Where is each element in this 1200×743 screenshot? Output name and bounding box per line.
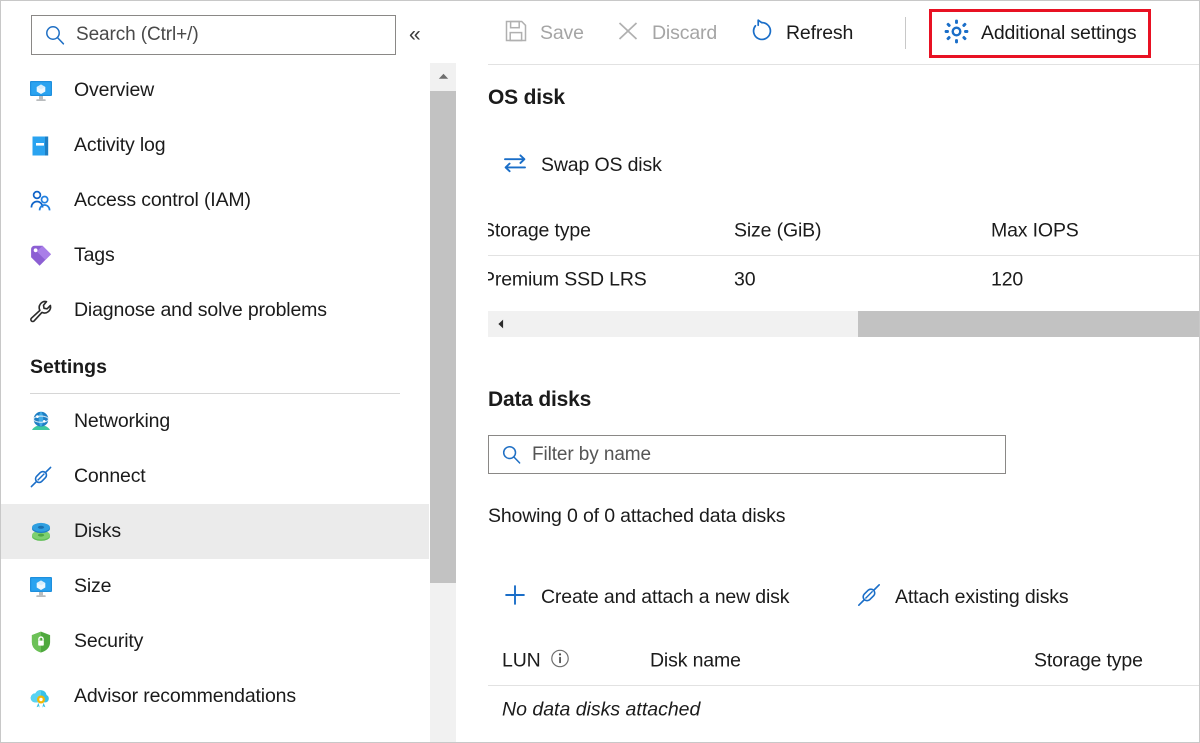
- sidebar-item-overview[interactable]: Overview: [1, 63, 429, 118]
- os-disk-heading: OS disk: [488, 86, 565, 110]
- sidebar-nav-list: Overview Activity log: [1, 63, 429, 724]
- column-header-size-gib[interactable]: Size (GiB): [734, 220, 821, 243]
- cell-storage-type: Premium SSD LRS: [488, 269, 647, 292]
- wrench-icon: [28, 298, 54, 324]
- azure-portal-disks-page: Search (Ctrl+/) « Overview: [0, 0, 1200, 743]
- plug-connect-icon: [855, 581, 883, 614]
- save-disk-icon: [503, 18, 529, 49]
- swap-arrows-icon: [501, 149, 529, 182]
- globe-network-icon: [28, 409, 54, 435]
- sidebar-item-label: Diagnose and solve problems: [74, 299, 327, 322]
- swap-os-disk-label: Swap OS disk: [541, 154, 662, 177]
- sidebar-scrollbar-thumb[interactable]: [430, 91, 457, 583]
- resource-menu-sidebar: Search (Ctrl+/) « Overview: [1, 1, 429, 743]
- column-header-max-iops[interactable]: Max IOPS: [991, 220, 1079, 243]
- refresh-icon: [749, 18, 775, 49]
- sidebar-item-label: Activity log: [74, 134, 165, 157]
- table-row[interactable]: Premium SSD LRS 30 120: [488, 256, 1200, 304]
- refresh-label: Refresh: [786, 22, 853, 45]
- column-header-lun[interactable]: LUN: [502, 650, 541, 673]
- showing-count-text: Showing 0 of 0 attached data disks: [488, 505, 785, 528]
- sidebar-item-label: Networking: [74, 410, 170, 433]
- sidebar-item-label: Connect: [74, 465, 146, 488]
- save-button[interactable]: Save: [503, 13, 584, 53]
- sidebar-item-diagnose[interactable]: Diagnose and solve problems: [1, 283, 429, 338]
- empty-state-text: No data disks attached: [502, 699, 700, 722]
- vm-monitor-icon: [28, 574, 54, 600]
- shield-lock-icon: [28, 629, 54, 655]
- os-disk-horizontal-scrollbar[interactable]: [488, 311, 1200, 337]
- command-toolbar: Save Discard Refresh: [457, 1, 1200, 64]
- data-disks-table-header-row: LUN Disk name Storage type: [488, 637, 1200, 685]
- sidebar-item-label: Access control (IAM): [74, 189, 251, 212]
- data-disks-table: LUN Disk name Storage type No data disks…: [488, 637, 1200, 734]
- advisor-cloud-icon: [28, 684, 54, 710]
- os-disk-scrollbar-thumb[interactable]: [858, 311, 1200, 337]
- cell-max-iops: 120: [991, 269, 1023, 292]
- sidebar-item-label: Size: [74, 575, 111, 598]
- sidebar-search-row: Search (Ctrl+/) «: [1, 1, 429, 63]
- additional-settings-button[interactable]: Additional settings: [929, 9, 1151, 58]
- column-header-disk-name[interactable]: Disk name: [650, 650, 741, 673]
- search-placeholder: Search (Ctrl+/): [76, 24, 199, 46]
- sidebar-item-label: Security: [74, 630, 143, 653]
- activity-log-book-icon: [28, 133, 54, 159]
- filter-by-name-input[interactable]: Filter by name: [488, 435, 1006, 474]
- os-disk-table-header-row: Storage type Size (GiB) Max IOPS: [488, 207, 1200, 255]
- plug-connect-icon: [28, 464, 54, 490]
- sidebar-item-label: Tags: [74, 244, 115, 267]
- os-disk-table: Storage type Size (GiB) Max IOPS Premium…: [488, 207, 1200, 304]
- gear-icon: [943, 18, 970, 50]
- filter-placeholder: Filter by name: [532, 444, 651, 466]
- close-x-icon: [615, 18, 641, 49]
- sidebar-item-access-control[interactable]: Access control (IAM): [1, 173, 429, 228]
- disks-main-panel: Save Discard Refresh: [457, 1, 1200, 743]
- sidebar-item-security[interactable]: Security: [1, 614, 429, 669]
- discard-label: Discard: [652, 22, 717, 45]
- scroll-up-arrow-icon[interactable]: [430, 63, 457, 90]
- info-icon[interactable]: [550, 649, 570, 674]
- attach-disks-label: Attach existing disks: [895, 586, 1069, 609]
- collapse-menu-button[interactable]: «: [409, 21, 443, 49]
- sidebar-section-label: Settings: [30, 356, 107, 378]
- scroll-left-arrow-icon[interactable]: [488, 311, 514, 337]
- cell-size-gib: 30: [734, 269, 755, 292]
- sidebar-item-networking[interactable]: Networking: [1, 394, 429, 449]
- swap-os-disk-button[interactable]: Swap OS disk: [501, 150, 662, 180]
- sidebar-item-label: Overview: [74, 79, 154, 102]
- people-icon: [28, 188, 54, 214]
- column-header-storage-type[interactable]: Storage type: [488, 220, 591, 243]
- additional-settings-label: Additional settings: [981, 22, 1136, 45]
- search-icon: [44, 24, 66, 46]
- sidebar-item-size[interactable]: Size: [1, 559, 429, 614]
- plus-icon: [501, 581, 529, 614]
- toolbar-separator: [905, 17, 906, 49]
- disks-icon: [28, 519, 54, 545]
- data-disks-empty-row: No data disks attached: [488, 686, 1200, 734]
- sidebar-item-activity-log[interactable]: Activity log: [1, 118, 429, 173]
- search-icon: [501, 444, 522, 465]
- discard-button[interactable]: Discard: [615, 13, 717, 53]
- tag-icon: [28, 243, 54, 269]
- vm-monitor-icon: [28, 78, 54, 104]
- sidebar-item-disks[interactable]: Disks: [1, 504, 429, 559]
- data-disks-heading: Data disks: [488, 388, 591, 412]
- create-and-attach-new-disk-button[interactable]: Create and attach a new disk: [501, 582, 789, 612]
- search-input[interactable]: Search (Ctrl+/): [31, 15, 396, 55]
- sidebar-vertical-scrollbar[interactable]: [429, 63, 456, 743]
- sidebar-item-label: Advisor recommendations: [74, 685, 296, 708]
- sidebar-item-tags[interactable]: Tags: [1, 228, 429, 283]
- create-disk-label: Create and attach a new disk: [541, 586, 789, 609]
- sidebar-item-advisor-recommendations[interactable]: Advisor recommendations: [1, 669, 429, 724]
- sidebar-item-label: Disks: [74, 520, 121, 543]
- save-label: Save: [540, 22, 584, 45]
- sidebar-section-settings: Settings: [1, 338, 429, 385]
- sidebar-item-connect[interactable]: Connect: [1, 449, 429, 504]
- refresh-button[interactable]: Refresh: [749, 13, 853, 53]
- attach-existing-disks-button[interactable]: Attach existing disks: [855, 582, 1069, 612]
- column-header-storage-type[interactable]: Storage type: [1034, 650, 1143, 673]
- toolbar-bottom-divider: [488, 64, 1200, 65]
